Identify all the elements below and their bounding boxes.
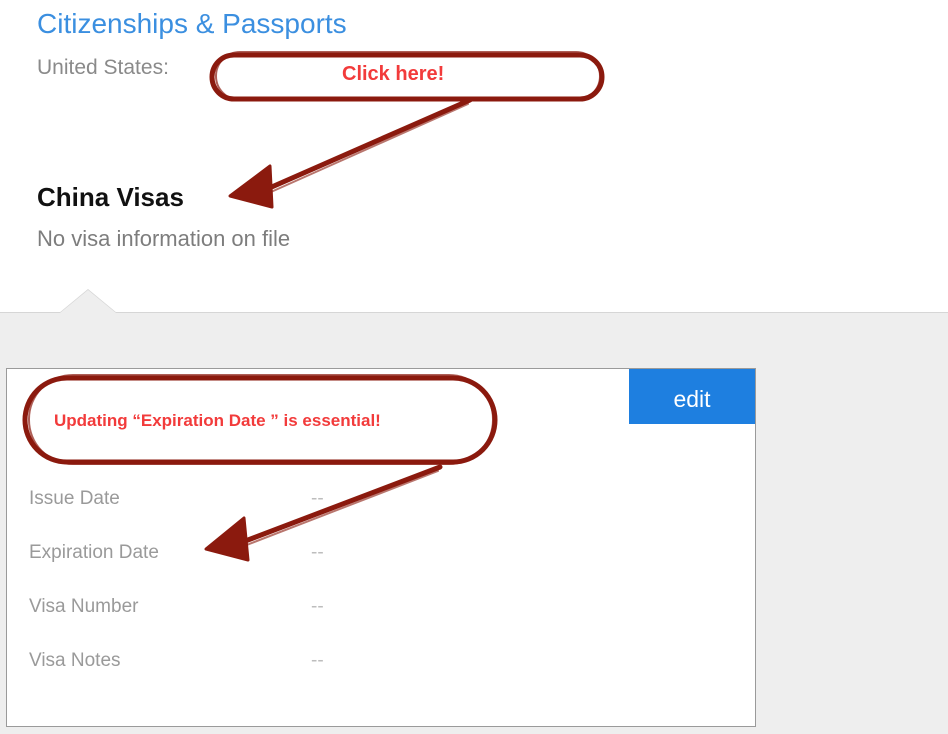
panel-pointer [60,290,116,313]
visa-number-label: Visa Number [29,596,139,617]
issue-date-row: Issue Date -- [29,488,324,510]
visa-number-value: -- [311,596,324,617]
issue-date-label: Issue Date [29,488,120,509]
expiration-date-row: Expiration Date -- [29,542,324,564]
callout-text-top: Click here! [342,63,445,85]
china-visas-title[interactable]: China Visas [37,182,184,213]
callout-text-bottom: Updating “Expiration Date ” is essential… [54,411,381,430]
edit-button[interactable]: edit [629,369,755,424]
visa-notes-label: Visa Notes [29,650,121,671]
citizenship-country: United States: [37,56,169,79]
citizenships-passports-link[interactable]: Citizenships & Passports [37,8,347,40]
expiration-date-label: Expiration Date [29,542,159,563]
visa-notes-row: Visa Notes -- [29,650,324,672]
visa-number-row: Visa Number -- [29,596,324,618]
no-visa-message: No visa information on file [37,226,291,251]
issue-date-value: -- [311,488,324,509]
profile-top-section: Citizenships & Passports United States: … [0,0,948,312]
visa-notes-value: -- [311,650,324,671]
expiration-date-value: -- [311,542,324,563]
